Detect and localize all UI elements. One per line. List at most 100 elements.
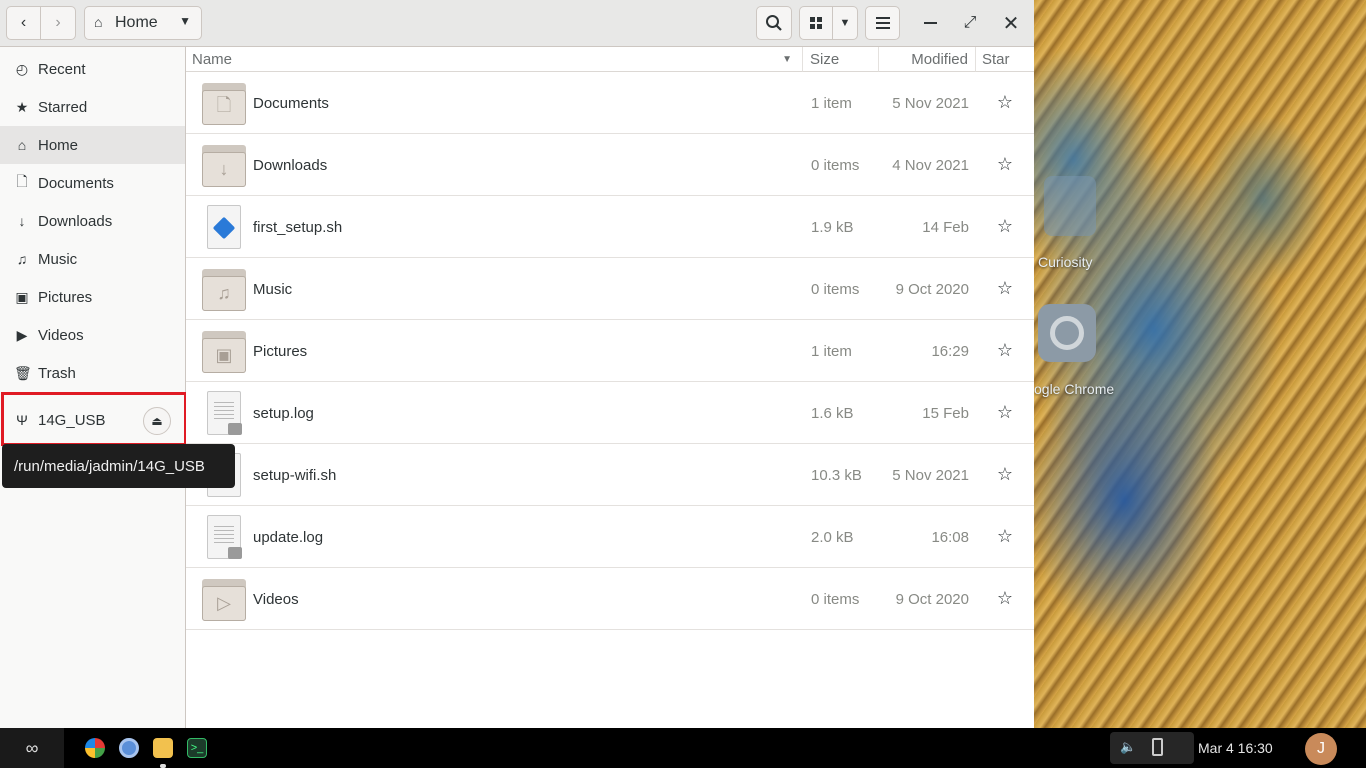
sidebar-item-pictures[interactable]: ▣ Pictures <box>0 278 185 316</box>
sort-descending-icon: ▼ <box>782 53 792 65</box>
folder-icon: 🗋 <box>201 81 247 125</box>
file-name: first_setup.sh <box>253 218 343 236</box>
file-list-view: Name ▼ Size Modified Star 🗋 Documents 1 … <box>186 47 1034 728</box>
file-manager-window: ‹ › ⌂ Home ▼ ▼ ⤢ ✕ ◴ Recent ★ Starred ⌂ … <box>0 0 1034 728</box>
file-modified: 4 Nov 2021 <box>892 156 969 174</box>
terminal-icon[interactable]: >_ <box>187 738 207 758</box>
search-icon <box>766 15 782 31</box>
file-modified: 16:29 <box>931 342 969 360</box>
sidebar-item-label: Pictures <box>38 288 93 306</box>
sidebar-item-label: Music <box>38 250 78 268</box>
file-modified: 5 Nov 2021 <box>892 94 969 112</box>
column-header-size[interactable]: Size <box>803 47 879 72</box>
sidebar-item-trash[interactable]: 🗑 Trash <box>0 354 185 392</box>
file-modified: 15 Feb <box>922 404 969 422</box>
file-size: 0 items <box>811 156 860 174</box>
column-header-modified-label: Modified <box>911 50 968 68</box>
file-size: 1 item <box>811 94 852 112</box>
sidebar-item-music[interactable]: ♫ Music <box>0 240 185 278</box>
volume-icon: 🔈 <box>1120 739 1137 754</box>
usb-icon: Ψ <box>16 412 28 428</box>
device-path-tooltip: /run/media/jadmin/14G_USB <box>2 444 235 488</box>
star-toggle-icon[interactable]: ☆ <box>994 339 1016 361</box>
star-toggle-icon[interactable]: ☆ <box>994 463 1016 485</box>
hamburger-menu-icon <box>875 17 890 29</box>
lock-icon <box>228 423 242 435</box>
file-row-music[interactable]: ♫ Music 0 items 9 Oct 2020 ☆ <box>186 258 1034 320</box>
sidebar-item-label: Trash <box>38 364 76 382</box>
folder-icon: ♫ <box>201 267 247 311</box>
file-row-update-log[interactable]: update.log 2.0 kB 16:08 ☆ <box>186 506 1034 568</box>
star-icon: ★ <box>15 98 29 115</box>
file-row-documents[interactable]: 🗋 Documents 1 item 5 Nov 2021 ☆ <box>186 72 1034 134</box>
file-size: 1.6 kB <box>811 404 854 422</box>
maximize-button[interactable]: ⤢ <box>953 6 987 40</box>
music-icon: ♫ <box>217 283 231 303</box>
column-header-star[interactable]: Star <box>976 47 1034 72</box>
sidebar-item-label: Documents <box>38 174 114 192</box>
star-toggle-icon[interactable]: ☆ <box>994 525 1016 547</box>
desktop-icon-label-chrome[interactable]: ogle Chrome <box>1034 381 1114 397</box>
trash-icon: 🗑 <box>14 364 32 381</box>
app-launcher-icon[interactable] <box>85 738 105 758</box>
file-size: 0 items <box>811 590 860 608</box>
star-toggle-icon[interactable]: ☆ <box>994 153 1016 175</box>
files-running-indicator <box>160 764 166 768</box>
file-name: setup-wifi.sh <box>253 466 337 484</box>
places-sidebar: ◴ Recent ★ Starred ⌂ Home 🗋 Documents ↓ … <box>0 47 187 728</box>
forward-button[interactable]: › <box>40 6 76 40</box>
close-button[interactable]: ✕ <box>994 6 1028 40</box>
view-options-button[interactable]: ▼ <box>832 6 858 40</box>
file-name: Downloads <box>253 156 328 174</box>
sidebar-item-documents[interactable]: 🗋 Documents <box>0 164 185 202</box>
sidebar-item-home[interactable]: ⌂ Home <box>0 126 185 164</box>
view-grid-button[interactable] <box>799 6 833 40</box>
file-row-first-setup[interactable]: first_setup.sh 1.9 kB 14 Feb ☆ <box>186 196 1034 258</box>
script-file-icon <box>201 205 247 249</box>
files-icon[interactable] <box>153 738 173 758</box>
sidebar-item-recent[interactable]: ◴ Recent <box>0 50 185 88</box>
system-tray[interactable]: 🔈 <box>1110 732 1194 764</box>
desktop-icon-label-curiosity[interactable]: Curiosity <box>1038 254 1092 270</box>
search-button[interactable] <box>756 6 792 40</box>
file-modified: 16:08 <box>931 528 969 546</box>
file-size: 10.3 kB <box>811 466 862 484</box>
launcher-button[interactable]: ∞ <box>0 728 64 768</box>
star-toggle-icon[interactable]: ☆ <box>994 587 1016 609</box>
close-icon: ✕ <box>1002 12 1020 35</box>
video-icon: ▷ <box>217 593 231 613</box>
chrome-desktop-icon[interactable] <box>1038 304 1096 362</box>
sidebar-item-downloads[interactable]: ↓ Downloads <box>0 202 185 240</box>
sidebar-item-starred[interactable]: ★ Starred <box>0 88 185 126</box>
eject-button[interactable]: ⏏ <box>143 407 171 435</box>
camera-icon: ▣ <box>15 288 29 305</box>
star-toggle-icon[interactable]: ☆ <box>994 277 1016 299</box>
sidebar-item-label: Downloads <box>38 212 113 230</box>
chrome-icon[interactable] <box>119 738 139 758</box>
clock[interactable]: Mar 4 16:30 <box>1198 728 1273 768</box>
file-name: Pictures <box>253 342 308 360</box>
user-avatar[interactable]: J <box>1305 733 1337 765</box>
star-toggle-icon[interactable]: ☆ <box>994 91 1016 113</box>
music-icon: ♫ <box>16 251 28 267</box>
menu-button[interactable] <box>865 6 900 40</box>
sidebar-item-videos[interactable]: ▶ Videos <box>0 316 185 354</box>
file-row-setup-wifi[interactable]: setup-wifi.sh 10.3 kB 5 Nov 2021 ☆ <box>186 444 1034 506</box>
back-button[interactable]: ‹ <box>6 6 41 40</box>
file-row-videos[interactable]: ▷ Videos 0 items 9 Oct 2020 ☆ <box>186 568 1034 630</box>
curiosity-folder-icon[interactable] <box>1044 176 1096 236</box>
file-size: 0 items <box>811 280 860 298</box>
launcher-icon: ∞ <box>25 737 39 758</box>
star-toggle-icon[interactable]: ☆ <box>994 401 1016 423</box>
file-row-downloads[interactable]: ↓ Downloads 0 items 4 Nov 2021 ☆ <box>186 134 1034 196</box>
location-button[interactable]: ⌂ Home ▼ <box>84 6 202 40</box>
lock-icon <box>228 547 242 559</box>
column-header-name[interactable]: Name ▼ <box>186 47 803 72</box>
minimize-icon <box>923 22 937 24</box>
file-row-setup-log[interactable]: setup.log 1.6 kB 15 Feb ☆ <box>186 382 1034 444</box>
minimize-button[interactable] <box>913 6 947 40</box>
file-row-pictures[interactable]: ▣ Pictures 1 item 16:29 ☆ <box>186 320 1034 382</box>
star-toggle-icon[interactable]: ☆ <box>994 215 1016 237</box>
sidebar-item-usb-device[interactable]: Ψ 14G_USB <box>0 401 140 439</box>
column-header-modified[interactable]: Modified <box>879 47 976 72</box>
